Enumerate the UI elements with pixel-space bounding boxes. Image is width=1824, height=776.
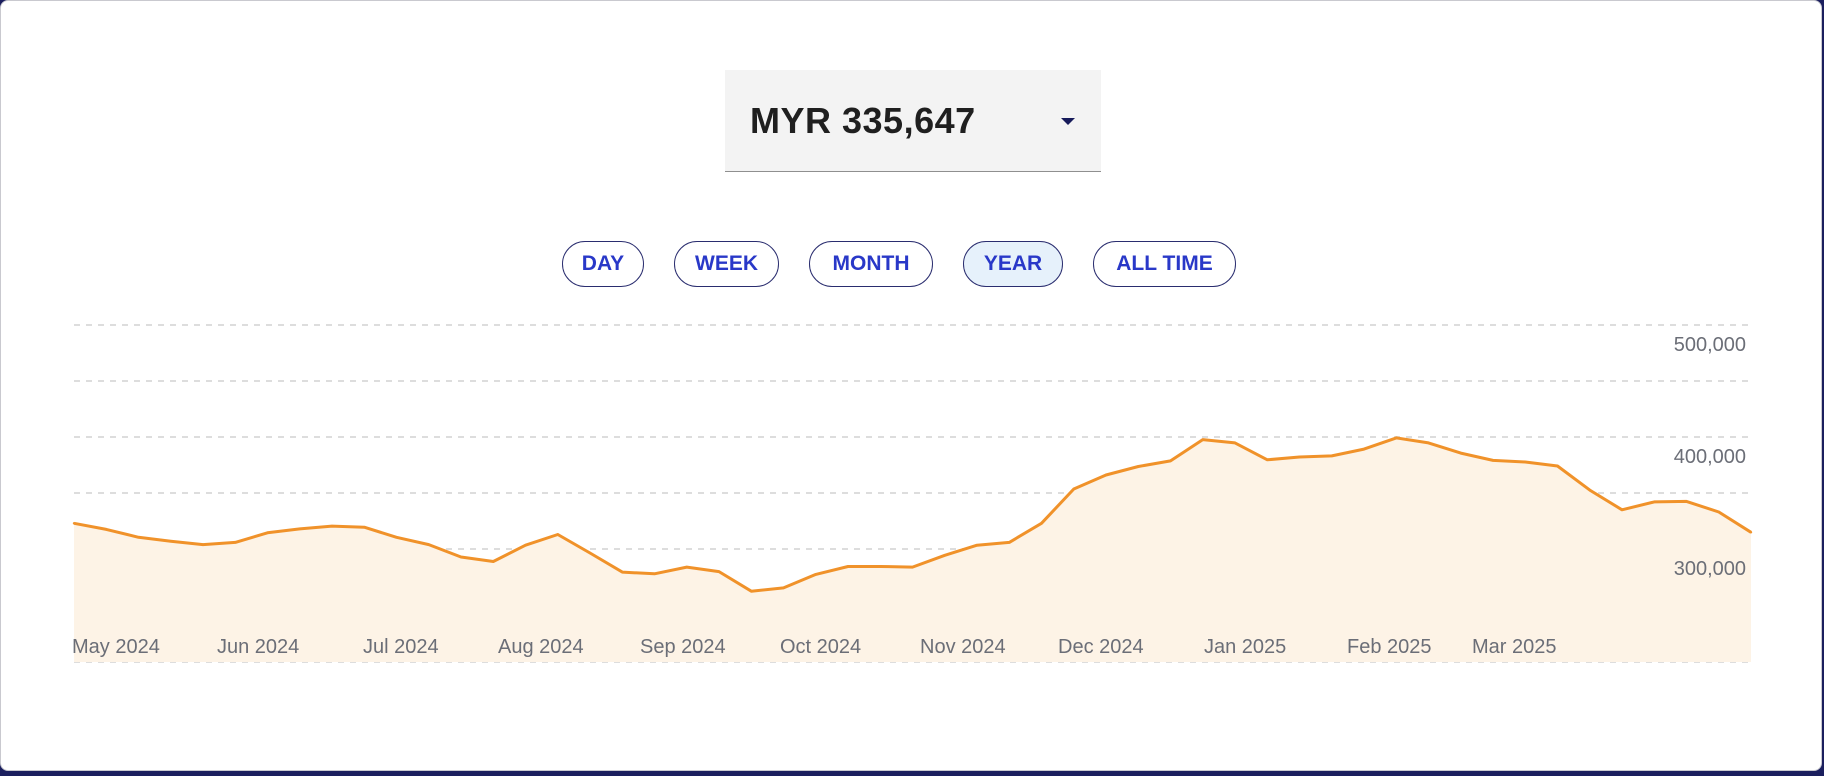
chart-data-point <box>72 522 76 525</box>
x-tick-label: Jun 2024 <box>217 636 299 658</box>
chart-data-point <box>1749 531 1753 534</box>
chart-data-point <box>685 565 688 569</box>
chart-data-point <box>201 543 205 546</box>
x-tick-label: Aug 2024 <box>498 636 584 658</box>
x-tick-label: May 2024 <box>72 636 160 658</box>
chart-data-point <box>1266 458 1269 461</box>
chart-data-point <box>1072 487 1076 491</box>
chart-data-point <box>750 590 753 593</box>
chart-data-point <box>459 555 463 559</box>
chart-data-point <box>1524 460 1527 464</box>
chart-data-point <box>298 527 301 531</box>
chart-data-point <box>846 565 850 568</box>
chart-data-point <box>975 544 979 547</box>
x-tick-label: Jan 2025 <box>1204 636 1286 658</box>
x-tick-label: Jul 2024 <box>363 636 439 658</box>
chart-data-point <box>1620 508 1624 511</box>
chart-data-point <box>137 536 140 539</box>
portfolio-value-chart: May 2024 Jun 2024 Jul 2024 Aug 2024 Sep 2024… <box>72 324 1753 663</box>
chart-data-point <box>1298 455 1301 459</box>
chart-data-point <box>1169 459 1172 463</box>
chart-data-point <box>911 565 914 569</box>
y-tick-label: 500,000 <box>1674 334 1746 356</box>
x-tick-label: Mar 2025 <box>1472 636 1557 658</box>
chart-data-point <box>1233 441 1237 445</box>
chart-data-point <box>1491 459 1495 462</box>
chart-data-point <box>1362 447 1366 451</box>
chart-area-fill <box>74 437 1751 662</box>
chart-data-point <box>556 533 559 536</box>
chart-data-point <box>814 573 817 576</box>
chart-data-point <box>717 570 721 573</box>
chart-data-point <box>1008 541 1011 544</box>
x-tick-label: Nov 2024 <box>920 636 1006 658</box>
chart-data-point <box>427 543 430 546</box>
chart-data-point <box>1556 464 1559 468</box>
chart-data-point <box>524 544 527 547</box>
chart-data-point <box>621 570 624 574</box>
chart-data-point <box>653 572 656 575</box>
y-tick-label: 300,000 <box>1674 558 1746 580</box>
chart-data-point <box>1137 465 1140 468</box>
portfolio-value-card: MYR 335,647 DAY WEEK MONTH YEAR ALL TIME… <box>0 0 1822 771</box>
chart-data-point <box>330 524 334 528</box>
chart-data-point <box>1653 500 1656 504</box>
chart-data-point <box>588 551 592 555</box>
chart-data-point <box>234 541 237 544</box>
y-tick-label: 400,000 <box>1674 446 1746 468</box>
chart-data-point <box>266 531 269 534</box>
chart-data-point <box>363 526 366 529</box>
chart-data-point <box>395 536 398 539</box>
x-tick-label: Dec 2024 <box>1058 636 1144 658</box>
x-tick-label: Oct 2024 <box>780 636 861 658</box>
chart-data-point <box>1427 441 1430 445</box>
chart-data-point <box>1104 473 1108 477</box>
chart-data-point <box>1685 500 1688 503</box>
x-tick-label: Feb 2025 <box>1347 636 1432 658</box>
chart-data-point <box>879 565 882 568</box>
chart-data-point <box>1717 510 1721 514</box>
chart-data-point <box>105 528 108 531</box>
x-tick-label: Sep 2024 <box>640 636 726 658</box>
chart-data-point <box>1459 451 1463 455</box>
chart-data-point <box>1040 522 1043 525</box>
chart-data-point <box>1330 454 1334 458</box>
chart-data-point <box>782 586 785 590</box>
chart-data-point <box>169 540 172 543</box>
chart-data-point <box>1395 436 1398 440</box>
chart-data-point <box>1588 488 1592 492</box>
chart-data-point <box>1201 438 1205 441</box>
chart-data-point <box>492 560 495 563</box>
chart-data-point <box>943 554 946 557</box>
